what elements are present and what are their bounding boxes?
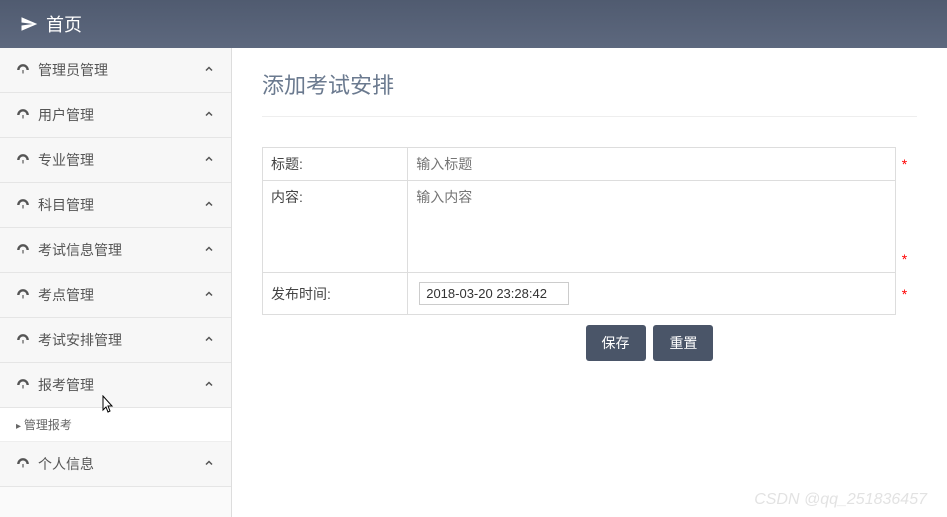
sidebar: 管理员管理 用户管理 专业管理 科目管理 — [0, 48, 232, 517]
save-button[interactable]: 保存 — [586, 325, 646, 361]
reset-button[interactable]: 重置 — [653, 325, 713, 361]
chevron-up-icon — [203, 107, 215, 123]
dashboard-icon — [16, 333, 30, 347]
required-marker: * — [895, 273, 916, 315]
sidebar-item-subject[interactable]: 科目管理 — [0, 183, 231, 228]
required-marker: * — [895, 148, 916, 181]
content-label: 内容: — [263, 181, 408, 273]
chevron-up-icon — [203, 242, 215, 258]
publish-time-label: 发布时间: — [263, 273, 408, 315]
publish-time-input[interactable] — [419, 282, 569, 305]
chevron-up-icon — [203, 377, 215, 393]
sidebar-item-label: 专业管理 — [38, 150, 94, 170]
sidebar-subitem-label: 管理报考 — [24, 418, 72, 432]
sidebar-item-admin[interactable]: 管理员管理 — [0, 48, 231, 93]
title-input[interactable] — [408, 150, 895, 178]
content-textarea[interactable] — [408, 181, 895, 269]
sidebar-item-exam-schedule[interactable]: 考试安排管理 — [0, 318, 231, 363]
sidebar-item-exam-site[interactable]: 考点管理 — [0, 273, 231, 318]
dashboard-icon — [16, 198, 30, 212]
sidebar-item-exam-info[interactable]: 考试信息管理 — [0, 228, 231, 273]
chevron-up-icon — [203, 152, 215, 168]
sidebar-item-label: 考试安排管理 — [38, 330, 122, 350]
sidebar-item-profile[interactable]: 个人信息 — [0, 442, 231, 487]
dashboard-icon — [16, 153, 30, 167]
sidebar-item-label: 用户管理 — [38, 105, 94, 125]
sidebar-subitem-manage-registration[interactable]: 管理报考 — [0, 408, 231, 442]
sidebar-item-major[interactable]: 专业管理 — [0, 138, 231, 183]
dashboard-icon — [16, 378, 30, 392]
chevron-up-icon — [203, 332, 215, 348]
sidebar-item-label: 管理员管理 — [38, 60, 108, 80]
header-bar: 首页 — [0, 0, 947, 48]
required-marker: * — [895, 181, 916, 273]
sidebar-item-label: 考试信息管理 — [38, 240, 122, 260]
sidebar-item-user[interactable]: 用户管理 — [0, 93, 231, 138]
paper-plane-icon — [20, 15, 38, 33]
sidebar-item-label: 个人信息 — [38, 454, 94, 474]
title-label: 标题: — [263, 148, 408, 181]
page-title: 添加考试安排 — [262, 68, 917, 117]
sidebar-item-label: 考点管理 — [38, 285, 94, 305]
dashboard-icon — [16, 108, 30, 122]
chevron-up-icon — [203, 456, 215, 472]
dashboard-icon — [16, 288, 30, 302]
header-title[interactable]: 首页 — [46, 11, 82, 37]
main-content: 添加考试安排 标题: * 内容: * 发布时间: * 保存 重置 — [232, 48, 947, 517]
sidebar-item-label: 报考管理 — [38, 375, 94, 395]
form-table: 标题: * 内容: * 发布时间: * 保存 重置 — [262, 147, 917, 367]
chevron-up-icon — [203, 62, 215, 78]
sidebar-item-registration[interactable]: 报考管理 — [0, 363, 231, 408]
dashboard-icon — [16, 457, 30, 471]
sidebar-item-label: 科目管理 — [38, 195, 94, 215]
dashboard-icon — [16, 243, 30, 257]
chevron-up-icon — [203, 287, 215, 303]
chevron-up-icon — [203, 197, 215, 213]
dashboard-icon — [16, 63, 30, 77]
